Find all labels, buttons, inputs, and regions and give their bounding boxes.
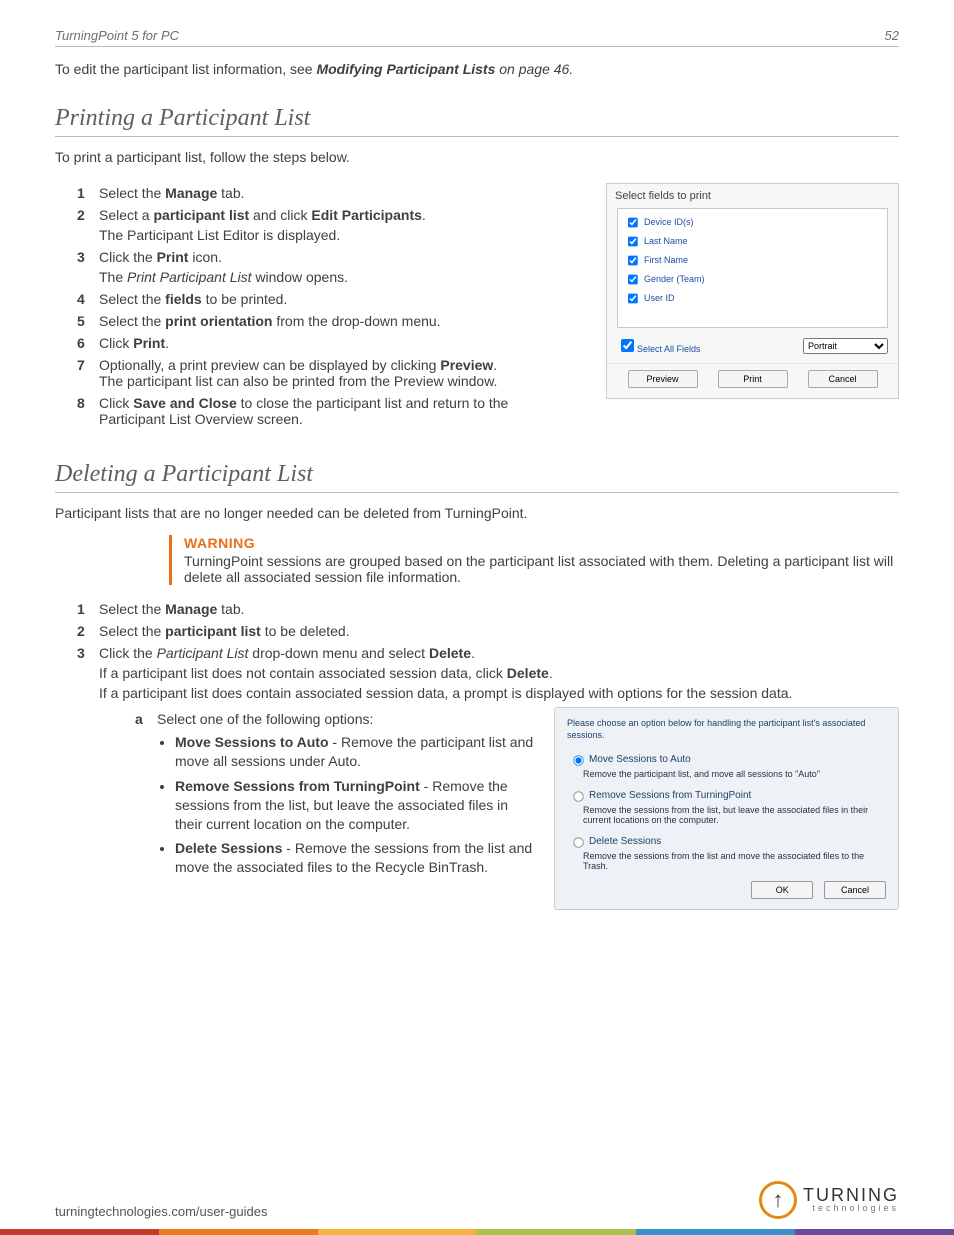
- logo-mark-icon: ↑: [759, 1181, 797, 1219]
- options-list: Move Sessions to Auto - Remove the parti…: [135, 733, 534, 877]
- list-item: Delete Sessions - Remove the sessions fr…: [175, 839, 534, 877]
- print-button[interactable]: Print: [718, 370, 788, 388]
- step-num: 8: [77, 395, 99, 427]
- step-num: 3: [77, 249, 99, 285]
- intro-pre: To edit the participant list information…: [55, 61, 316, 77]
- radio-option[interactable]: Move Sessions to Auto Remove the partici…: [567, 751, 886, 779]
- page-header: TurningPoint 5 for PC 52: [55, 28, 899, 47]
- orientation-select[interactable]: Portrait: [803, 338, 888, 354]
- doc-title: TurningPoint 5 for PC: [55, 28, 179, 43]
- field-checkbox[interactable]: First Name: [624, 251, 881, 270]
- substep-text: Select one of the following options:: [157, 711, 373, 727]
- ok-button[interactable]: OK: [751, 881, 813, 899]
- cancel-button[interactable]: Cancel: [824, 881, 886, 899]
- preview-button[interactable]: Preview: [628, 370, 698, 388]
- turning-logo: ↑ TURNING technologies: [759, 1181, 899, 1219]
- step-num: 4: [77, 291, 99, 307]
- step-body: Click the Participant List drop-down men…: [99, 645, 899, 910]
- page-number: 52: [885, 28, 899, 43]
- step-body: Click the Print icon. The Print Particip…: [99, 249, 586, 285]
- intro-line: To edit the participant list information…: [55, 61, 899, 77]
- step-num: 3: [77, 645, 99, 910]
- step-body: Click Print.: [99, 335, 586, 351]
- dialog-title: Select fields to print: [607, 184, 898, 204]
- page-footer: turningtechnologies.com/user-guides ↑ TU…: [0, 1181, 954, 1235]
- step-num: 5: [77, 313, 99, 329]
- step-body: Select the Manage tab.: [99, 185, 586, 201]
- logo-text-2: technologies: [803, 1203, 899, 1213]
- field-checkbox[interactable]: Gender (Team): [624, 270, 881, 289]
- step-body: Select the participant list to be delete…: [99, 623, 899, 639]
- step-body: Optionally, a print preview can be displ…: [99, 357, 519, 389]
- intro-ref: Modifying Participant Lists: [316, 61, 495, 77]
- printing-lead: To print a participant list, follow the …: [55, 149, 899, 165]
- cancel-button[interactable]: Cancel: [808, 370, 878, 388]
- field-checkbox[interactable]: User ID: [624, 289, 881, 308]
- step-num: 1: [77, 185, 99, 201]
- warning-title: WARNING: [184, 535, 899, 551]
- field-checkbox[interactable]: Device ID(s): [624, 213, 881, 232]
- step-num: 6: [77, 335, 99, 351]
- substep-label: a: [135, 711, 157, 727]
- intro-post: on page 46.: [495, 61, 573, 77]
- step-body: Select the Manage tab.: [99, 601, 899, 617]
- radio-option[interactable]: Delete Sessions Remove the sessions from…: [567, 833, 886, 871]
- sessions-dialog: Please choose an option below for handli…: [554, 707, 899, 910]
- field-list: Device ID(s) Last Name First Name Gender…: [617, 208, 888, 328]
- print-fields-dialog: Select fields to print Device ID(s) Last…: [606, 183, 899, 399]
- step-num: 2: [77, 207, 99, 243]
- radio-option[interactable]: Remove Sessions from TurningPoint Remove…: [567, 787, 886, 825]
- step-body: Select the print orientation from the dr…: [99, 313, 586, 329]
- field-checkbox[interactable]: Last Name: [624, 232, 881, 251]
- radio-remove[interactable]: [573, 792, 583, 802]
- radio-delete[interactable]: [573, 838, 583, 848]
- step-body: Select a participant list and click Edit…: [99, 207, 586, 243]
- logo-text-1: TURNING: [803, 1187, 899, 1203]
- footer-url: turningtechnologies.com/user-guides: [55, 1204, 267, 1219]
- warning-body: TurningPoint sessions are grouped based …: [184, 553, 899, 585]
- select-all-checkbox[interactable]: Select All Fields: [617, 336, 701, 355]
- deleting-lead: Participant lists that are no longer nee…: [55, 505, 899, 521]
- warning-box: WARNING TurningPoint sessions are groupe…: [169, 535, 899, 585]
- step-body: Select the fields to be printed.: [99, 291, 586, 307]
- list-item: Remove Sessions from TurningPoint - Remo…: [175, 777, 534, 834]
- step-num: 7: [77, 357, 99, 389]
- step-num: 2: [77, 623, 99, 639]
- heading-deleting: Deleting a Participant List: [55, 461, 899, 493]
- dialog-prompt: Please choose an option below for handli…: [567, 718, 886, 741]
- list-item: Move Sessions to Auto - Remove the parti…: [175, 733, 534, 771]
- radio-move-auto[interactable]: [573, 756, 583, 766]
- color-bar: [0, 1229, 954, 1235]
- step-body: Click Save and Close to close the partic…: [99, 395, 539, 427]
- step-num: 1: [77, 601, 99, 617]
- heading-printing: Printing a Participant List: [55, 105, 899, 137]
